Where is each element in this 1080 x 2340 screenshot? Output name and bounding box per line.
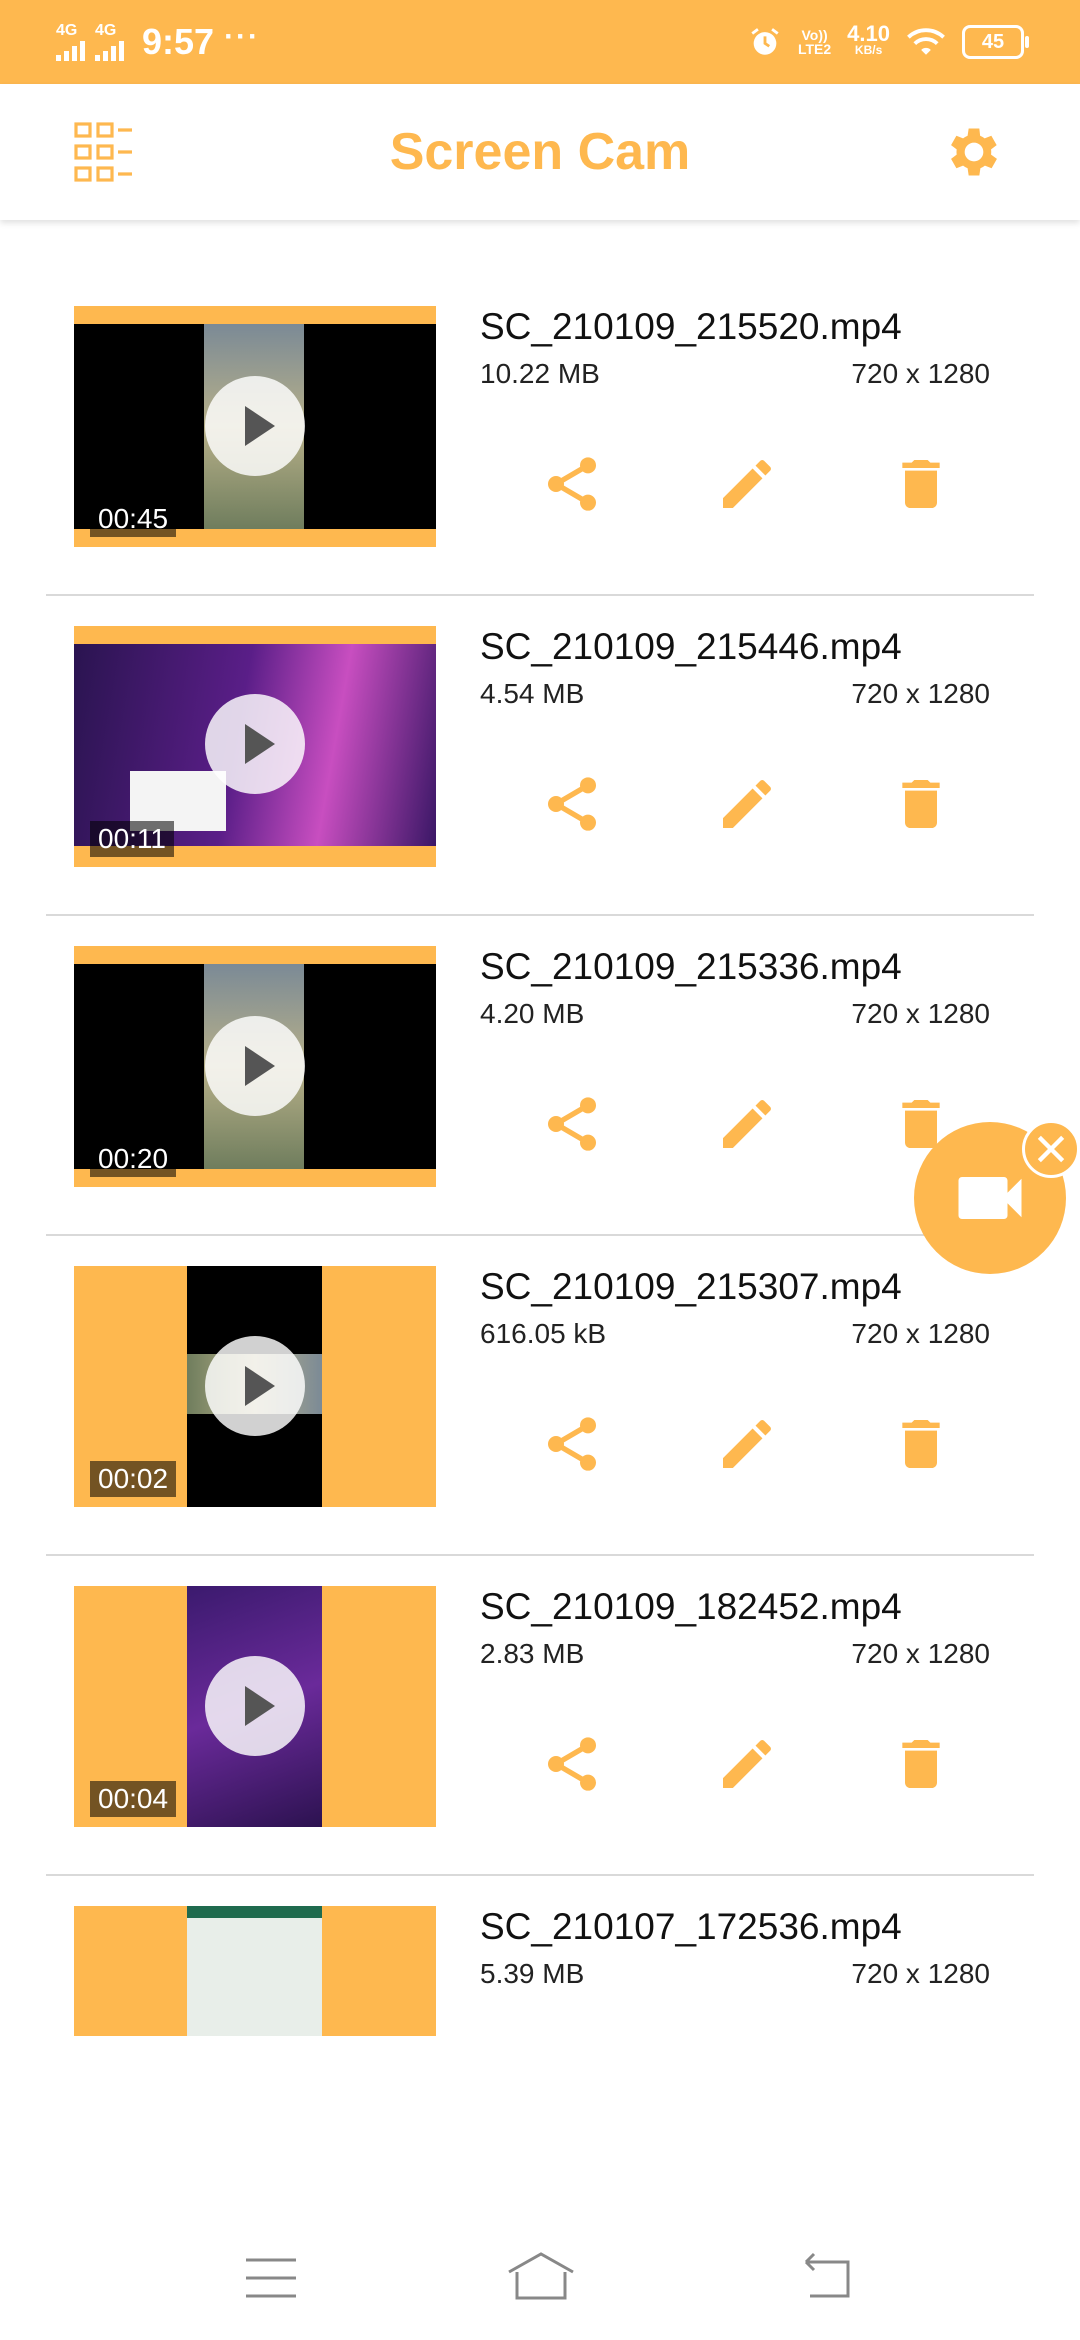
lte-label: LTE2 xyxy=(797,41,832,57)
video-thumbnail[interactable]: 00:45 xyxy=(74,306,436,547)
video-thumbnail[interactable]: 00:02 xyxy=(74,1266,436,1507)
speed-value: 4.10 xyxy=(847,21,890,46)
video-duration: 00:45 xyxy=(90,501,177,537)
floating-close-button[interactable] xyxy=(1022,1120,1080,1178)
video-filename: SC_210109_215307.mp4 xyxy=(480,1266,902,1307)
video-resolution: 720 x 1280 xyxy=(851,1318,990,1349)
edit-pencil-icon[interactable] xyxy=(715,1412,779,1476)
video-actions xyxy=(540,1412,980,1476)
video-duration: 00:20 xyxy=(90,1141,177,1177)
video-thumbnail[interactable]: 00:11 xyxy=(74,626,436,867)
share-icon[interactable] xyxy=(540,452,604,516)
delete-trash-icon[interactable] xyxy=(889,1412,953,1476)
signal-1: 4G xyxy=(56,23,85,61)
video-actions xyxy=(540,1092,980,1156)
video-item[interactable]: 00:45 SC_210109_215520.mp4 10.22 MB 720 … xyxy=(0,306,1080,625)
share-icon[interactable] xyxy=(540,1732,604,1796)
thumbnail-frame xyxy=(187,1906,322,2036)
video-thumbnail[interactable]: 00:04 xyxy=(74,1586,436,1827)
status-bar: 4G 4G 9:57 ··· Vo)) LTE2 4.10 KB/s 45 xyxy=(0,0,1080,84)
video-size: 616.05 kB xyxy=(480,1318,607,1349)
home-icon[interactable] xyxy=(505,2250,577,2302)
delete-trash-icon[interactable] xyxy=(889,452,953,516)
video-filename: SC_210109_215336.mp4 xyxy=(480,946,902,987)
edit-pencil-icon[interactable] xyxy=(715,1732,779,1796)
divider xyxy=(46,1234,1034,1236)
video-item[interactable]: SC_210107_172536.mp4 5.39 MB 720 x 1280 xyxy=(0,1906,1080,2036)
signal-2: 4G xyxy=(95,23,124,61)
play-icon[interactable] xyxy=(205,376,305,476)
gear-icon[interactable] xyxy=(942,120,1006,184)
back-icon[interactable] xyxy=(796,2252,852,2300)
video-filename: SC_210107_172536.mp4 xyxy=(480,1906,902,1947)
video-thumbnail[interactable] xyxy=(74,1906,436,2036)
more-notifications-icon: ··· xyxy=(224,20,261,53)
video-thumbnail[interactable]: 00:20 xyxy=(74,946,436,1187)
edit-pencil-icon[interactable] xyxy=(715,1092,779,1156)
signal-bars-icon xyxy=(56,39,85,61)
video-resolution: 720 x 1280 xyxy=(851,678,990,709)
signal-bars-icon xyxy=(95,39,124,61)
system-nav-bar xyxy=(0,2220,1080,2340)
share-icon[interactable] xyxy=(540,772,604,836)
play-icon[interactable] xyxy=(205,1016,305,1116)
network-speed: 4.10 KB/s xyxy=(847,21,890,58)
video-size: 4.54 MB xyxy=(480,678,585,709)
share-icon[interactable] xyxy=(540,1092,604,1156)
network-type-2: 4G xyxy=(95,22,117,39)
video-item[interactable]: 00:11 SC_210109_215446.mp4 4.54 MB 720 x… xyxy=(0,626,1080,945)
video-filename: SC_210109_215520.mp4 xyxy=(480,306,902,347)
divider xyxy=(46,1874,1034,1876)
status-left: 4G 4G 9:57 ··· xyxy=(56,16,260,68)
video-item[interactable]: 00:04 SC_210109_182452.mp4 2.83 MB 720 x… xyxy=(0,1586,1080,1905)
app-bar: Screen Cam xyxy=(0,84,1080,220)
divider xyxy=(46,914,1034,916)
close-icon xyxy=(1037,1135,1065,1163)
video-duration: 00:11 xyxy=(90,821,174,857)
app-title: Screen Cam xyxy=(389,123,691,181)
play-icon[interactable] xyxy=(205,1336,305,1436)
share-icon[interactable] xyxy=(540,1412,604,1476)
status-right: Vo)) LTE2 4.10 KB/s 45 xyxy=(748,16,1029,68)
menu-icon[interactable] xyxy=(244,2256,298,2300)
video-actions xyxy=(540,452,980,516)
video-resolution: 720 x 1280 xyxy=(851,1958,990,1989)
video-size: 2.83 MB xyxy=(480,1638,585,1669)
video-actions xyxy=(540,1732,980,1796)
play-icon[interactable] xyxy=(205,694,305,794)
edit-pencil-icon[interactable] xyxy=(715,452,779,516)
video-size: 10.22 MB xyxy=(480,358,600,389)
wifi-icon xyxy=(907,28,945,55)
battery-icon: 45 xyxy=(962,25,1029,59)
play-icon[interactable] xyxy=(205,1656,305,1756)
alarm-icon xyxy=(751,28,779,55)
video-item[interactable]: 00:02 SC_210109_215307.mp4 616.05 kB 720… xyxy=(0,1266,1080,1585)
delete-trash-icon[interactable] xyxy=(889,772,953,836)
video-duration: 00:02 xyxy=(90,1461,177,1497)
network-type-1: 4G xyxy=(56,22,78,39)
volte-label: Vo)) xyxy=(801,27,828,43)
divider xyxy=(46,594,1034,596)
video-resolution: 720 x 1280 xyxy=(851,358,990,389)
video-size: 5.39 MB xyxy=(480,1958,585,1989)
video-filename: SC_210109_182452.mp4 xyxy=(480,1586,902,1627)
video-resolution: 720 x 1280 xyxy=(851,1638,990,1669)
video-resolution: 720 x 1280 xyxy=(851,998,990,1029)
video-camera-icon xyxy=(958,1177,1022,1219)
volte-indicator: Vo)) LTE2 xyxy=(798,28,831,56)
battery-level: 45 xyxy=(981,30,1005,53)
video-actions xyxy=(540,772,980,836)
video-filename: SC_210109_215446.mp4 xyxy=(480,626,902,667)
delete-trash-icon[interactable] xyxy=(889,1732,953,1796)
clock: 9:57 xyxy=(142,21,215,62)
edit-pencil-icon[interactable] xyxy=(715,772,779,836)
divider xyxy=(46,1554,1034,1556)
video-duration: 00:04 xyxy=(90,1781,177,1817)
video-size: 4.20 MB xyxy=(480,998,585,1029)
